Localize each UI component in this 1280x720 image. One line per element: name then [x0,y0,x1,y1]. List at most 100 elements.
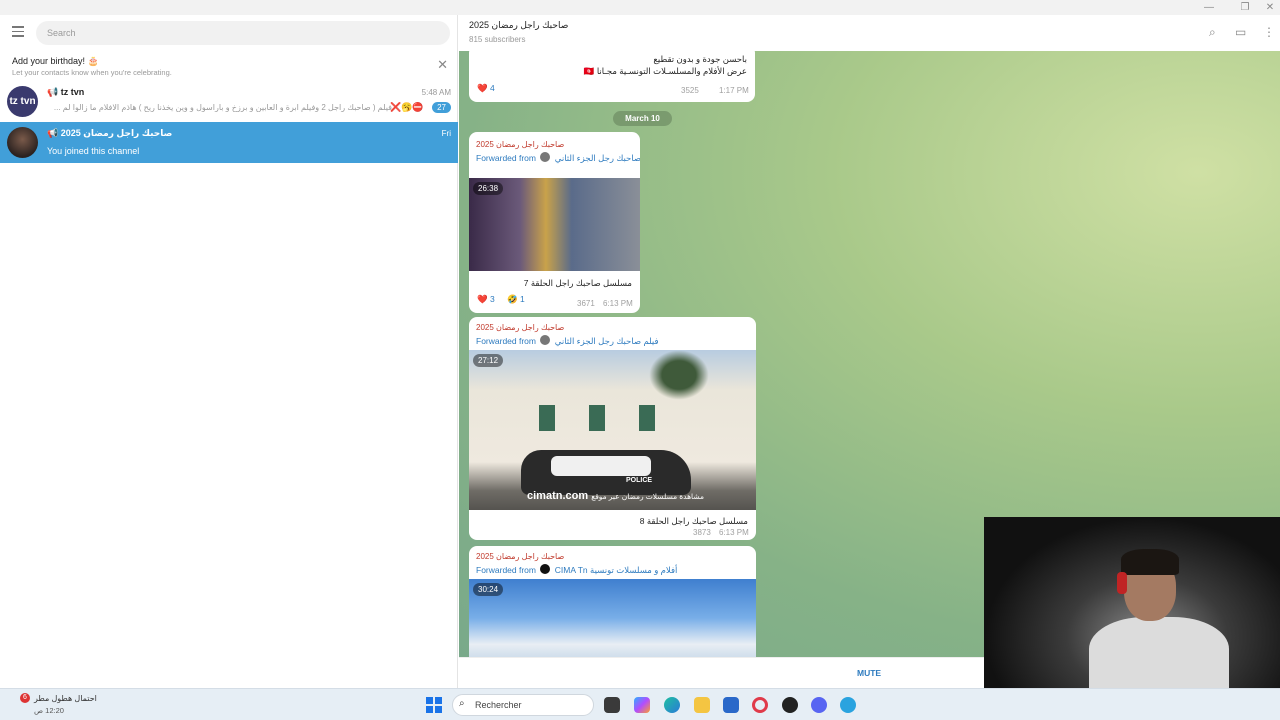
building-window [639,405,655,431]
chat-status: You joined this channel [47,146,140,156]
search-icon: ⌕ [459,698,465,709]
video-duration: 26:38 [473,182,504,195]
forwarded-from[interactable]: Forwarded from CIMA Tn أفلام و مسلسلات ت… [476,564,677,576]
forwarded-label: Forwarded from [476,153,536,163]
subscriber-count: 815 subscribers [469,35,526,44]
chat-list-item[interactable]: tz tvn 📢 tz tvn 5:48 AM فيلم ( صاحبك راج… [0,81,458,122]
chat-list-item-selected[interactable]: 📢 صاحبك راجل رمضان 2025 Fri You joined t… [0,122,458,163]
unread-badge: 27 [432,102,451,113]
message-bubble[interactable]: صاحبك راجل رمضان 2025 Forwarded from CIM… [469,546,756,657]
birthday-subtitle: Let your contacts know when you're celeb… [12,68,172,77]
hamburger-menu-icon[interactable] [8,23,28,43]
message-bubble[interactable]: باحسن جودة و بدون تقطيع عرض الأفلام والم… [469,51,755,102]
window-title-bar: — ❐ ✕ [0,0,1280,15]
police-car: POLICE [521,450,691,495]
message-caption: مسلسل صاحبك راجل الحلقة 8 [639,516,748,526]
taskbar: 6 احتمال هطول مطر 12:20 ص ⌕ Rechercher [0,688,1280,720]
steam-icon[interactable] [782,697,798,713]
palm-tree [649,350,709,400]
chat-list-pane: Search Add your birthday! 🎂 Let your con… [0,15,458,688]
forward-source-avatar [540,152,551,162]
reaction-laugh[interactable]: 🤣 1 [507,294,525,305]
mute-button[interactable]: MUTE [857,668,881,678]
message-text: باحسن جودة و بدون تقطيع [653,54,747,64]
windows-start-icon[interactable] [426,697,442,713]
person-hair [1121,549,1179,575]
police-car-body [551,456,651,476]
channel-footer: MUTE [459,657,984,688]
close-icon[interactable]: ✕ [1257,0,1280,15]
message-author: صاحبك راجل رمضان 2025 [476,323,565,332]
search-icon[interactable]: ⌕ [1209,25,1216,40]
birthday-banner[interactable]: Add your birthday! 🎂 Let your contacts k… [0,53,458,81]
view-count: 3873 [693,528,711,537]
message-author: صاحبك راجل رمضان 2025 [476,140,565,149]
reaction-heart[interactable]: ❤️ 4 [477,83,495,94]
message-bubble[interactable]: صاحبك راجل رمضان 2025 Forwarded from فيل… [469,317,756,540]
building-window [589,405,605,431]
video-duration: 27:12 [473,354,504,367]
video-thumbnail[interactable] [469,579,756,657]
taskbar-search-label: Rechercher [475,700,522,710]
chat-time: Fri [441,129,451,138]
view-count: 3525 [681,86,699,95]
police-label: POLICE [626,477,653,484]
weather-text[interactable]: احتمال هطول مطر [34,694,97,703]
edge-icon[interactable] [664,697,680,713]
message-caption: مسلسل صاحبك راجل الحلقة 7 [523,278,632,288]
forwarded-from[interactable]: Forwarded from فيلم صاحبك رجل الجزء الثا… [476,335,659,347]
headset [1117,572,1127,594]
building-window [539,405,555,431]
message-time: 6:13 PM [719,528,749,537]
message-bubble[interactable]: صاحبك راجل رمضان 2025 Forwarded from فيل… [469,132,640,313]
search-input[interactable]: Search [36,21,450,45]
forwarded-source: فيلم صاحبك رجل الجزء الثاني [554,336,659,346]
taskbar-search[interactable]: ⌕ Rechercher [452,694,594,716]
preview-emojis: ❌🥱⛔ [390,102,424,112]
watermark-url: cimatn.com [527,490,589,502]
forwarded-label: Forwarded from [476,565,536,575]
minimize-icon[interactable]: — [1196,0,1222,15]
copilot-icon[interactable] [634,697,650,713]
birthday-title: Add your birthday! 🎂 [12,56,99,66]
forwarded-from[interactable]: Forwarded from فيلم صاحبك رجل الجزء الثا… [476,152,640,164]
video-thumbnail[interactable]: POLICE cimatn.com مشاهدة مسلسلات رمضان ع… [469,350,756,510]
weather-badge: 6 [20,693,30,703]
view-count: 3671 [577,299,595,308]
more-vertical-icon[interactable]: ⋮ [1263,25,1275,39]
avatar [7,127,38,158]
discord-icon[interactable] [811,697,827,713]
date-separator: March 10 [613,111,672,126]
sidebar-toggle-icon[interactable]: ▭ [1235,25,1246,39]
telegram-icon[interactable] [840,697,856,713]
channel-title: صاحبك راجل رمضان 2025 [469,20,569,30]
folder-icon[interactable] [694,697,710,713]
file-explorer-icon[interactable] [604,697,620,713]
reaction-heart[interactable]: ❤️ 3 [477,294,495,305]
video-duration: 30:24 [473,583,504,596]
forwarded-source: فيلم صاحبك رجل الجزء الثاني [554,153,640,163]
opera-icon[interactable] [752,697,768,713]
forwarded-label: Forwarded from [476,336,536,346]
channel-header[interactable]: صاحبك راجل رمضان 2025 815 subscribers ⌕ … [459,15,1280,51]
forwarded-source: CIMA Tn أفلام و مسلسلات تونسية [554,565,678,575]
weather-time: 12:20 ص [34,706,64,715]
close-icon[interactable]: ✕ [437,57,448,73]
chat-name: 📢 صاحبك راجل رمضان 2025 [47,128,173,138]
person-body [1089,617,1229,697]
chat-preview: فيلم ( صاحبك راجل 2 وفيلم ابرة و العابين… [53,103,392,112]
chat-time: 5:48 AM [421,88,451,97]
message-author: صاحبك راجل رمضان 2025 [476,552,565,561]
avatar: tz tvn [7,86,38,117]
message-text: عرض الأفلام والمسلسـلات التونسـية مجـانا… [583,66,747,76]
video-watermark: cimatn.com مشاهدة مسلسلات رمضان عبر موقع [527,490,704,502]
message-time: 6:13 PM [603,299,633,308]
webcam-overlay [984,517,1280,697]
chat-name: 📢 tz tvn [47,87,85,97]
restore-icon[interactable]: ❐ [1232,0,1258,15]
store-icon[interactable] [723,697,739,713]
forward-source-avatar [540,564,551,574]
message-time: 1:17 PM [719,86,749,95]
watermark-text: مشاهدة مسلسلات رمضان عبر موقع [591,492,705,501]
forward-source-avatar [540,335,551,345]
